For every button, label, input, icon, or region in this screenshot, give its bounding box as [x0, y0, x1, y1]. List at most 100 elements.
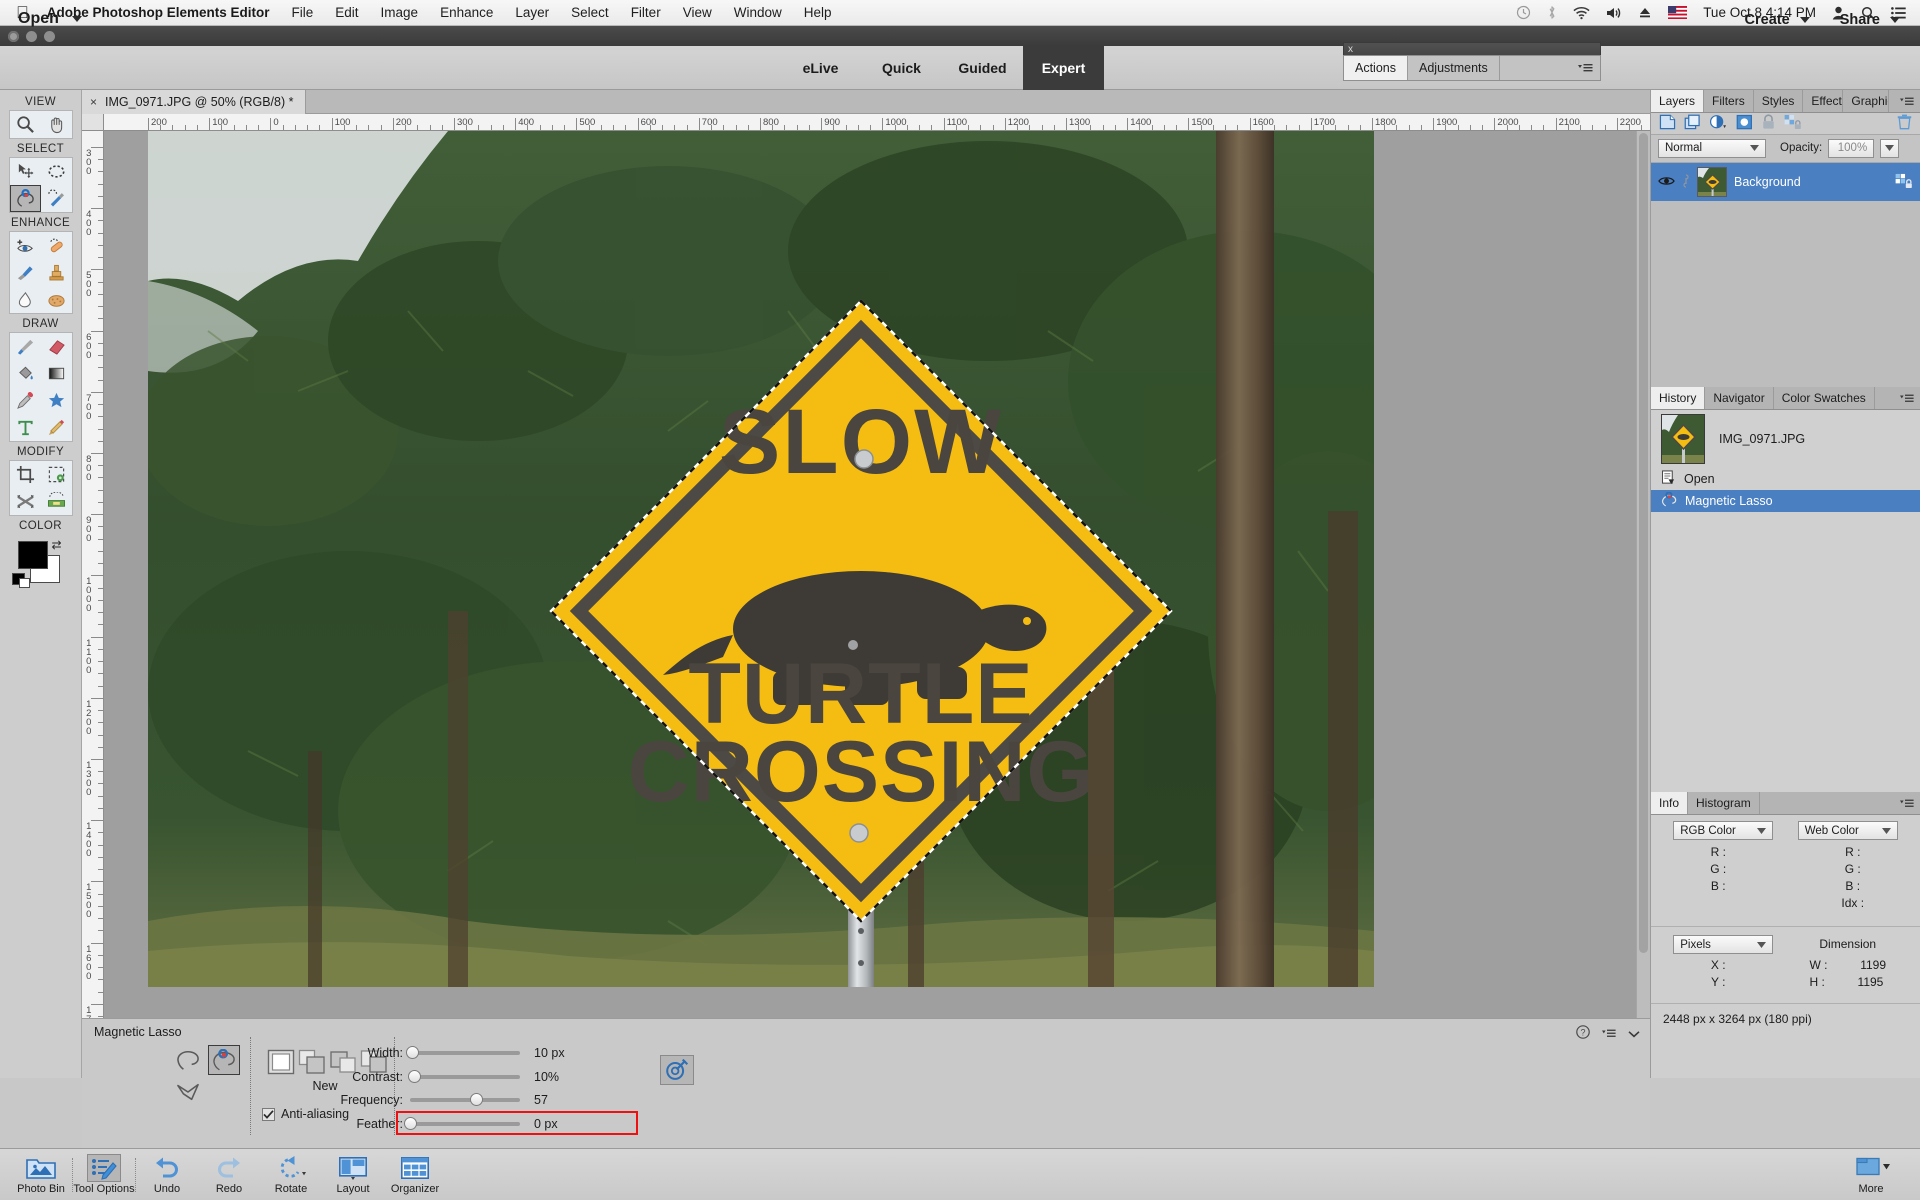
width-slider-knob[interactable] [406, 1046, 419, 1059]
document-image[interactable]: SLOW TURTLE CROSSING [138, 131, 1448, 987]
tab-effects[interactable]: Effects [1803, 90, 1844, 112]
tab-history[interactable]: History [1651, 387, 1706, 409]
contrast-slider-knob[interactable] [408, 1070, 421, 1083]
foreground-color-swatch[interactable] [17, 541, 48, 569]
swap-colors-icon[interactable]: ⇄ [52, 538, 62, 552]
info-right-mode-select[interactable]: Web Color [1797, 821, 1898, 840]
adjustment-layer-icon[interactable] [1709, 114, 1728, 133]
new-layer-icon[interactable] [1659, 114, 1676, 133]
custom-shape-tool[interactable] [41, 387, 72, 414]
new-selection-icon[interactable] [267, 1049, 295, 1078]
recompose-tool[interactable] [41, 461, 72, 488]
tab-histogram[interactable]: Histogram [1688, 792, 1760, 814]
menu-image[interactable]: Image [381, 5, 419, 20]
window-close-button[interactable] [8, 30, 19, 42]
redo-button[interactable]: Redo [198, 1150, 260, 1200]
photo-bin-button[interactable]: Photo Bin [10, 1150, 72, 1200]
layer-link-icon[interactable] [1682, 173, 1690, 192]
more-button[interactable]: More [1836, 1150, 1906, 1200]
tab-actions[interactable]: Actions [1344, 56, 1408, 80]
contrast-slider[interactable] [408, 1070, 520, 1083]
window-minimize-button[interactable] [26, 30, 37, 42]
tab-expert[interactable]: Expert [1023, 46, 1104, 90]
menu-help[interactable]: Help [804, 5, 832, 20]
duplicate-layer-icon[interactable] [1684, 114, 1701, 133]
delete-layer-icon[interactable] [1897, 114, 1912, 133]
lasso-tool[interactable] [9, 185, 41, 212]
tab-elive[interactable]: eLive [780, 46, 861, 90]
menu-filter[interactable]: Filter [631, 5, 661, 20]
history-state-open[interactable]: Open [1651, 468, 1920, 490]
us-flag-icon[interactable] [1668, 6, 1688, 19]
clone-stamp-tool[interactable] [41, 259, 72, 286]
tab-quick[interactable]: Quick [861, 46, 942, 90]
undo-button[interactable]: Undo [136, 1150, 198, 1200]
history-snapshot-row[interactable]: IMG_0971.JPG [1651, 410, 1920, 468]
red-eye-tool[interactable] [10, 232, 41, 259]
frequency-slider-knob[interactable] [470, 1093, 483, 1106]
tab-filters[interactable]: Filters [1704, 90, 1754, 112]
width-slider[interactable] [406, 1046, 520, 1059]
spot-healing-tool[interactable] [41, 232, 72, 259]
wifi-icon[interactable] [1573, 6, 1590, 20]
lock-icon[interactable] [1761, 114, 1776, 133]
panel-menu-icon[interactable] [1894, 387, 1920, 409]
tab-color-swatches[interactable]: Color Swatches [1774, 387, 1875, 409]
menu-view[interactable]: View [683, 5, 712, 20]
brush-tool[interactable] [10, 333, 41, 360]
info-left-mode-select[interactable]: RGB Color [1673, 821, 1774, 840]
canvas-viewport[interactable]: SLOW TURTLE CROSSING [104, 131, 1636, 1046]
link-layers-icon[interactable] [1784, 114, 1802, 133]
help-icon[interactable]: ? [1576, 1025, 1590, 1042]
anti-aliasing-checkbox[interactable] [262, 1107, 275, 1121]
opacity-stepper[interactable] [1880, 138, 1900, 158]
tab-styles[interactable]: Styles [1754, 90, 1804, 112]
move-tool[interactable] [10, 158, 41, 185]
time-machine-icon[interactable] [1516, 5, 1531, 20]
sponge-tool[interactable] [41, 286, 72, 313]
tab-guided[interactable]: Guided [942, 46, 1023, 90]
frequency-slider[interactable] [410, 1093, 520, 1106]
tab-graphics[interactable]: Graphics [1843, 90, 1890, 112]
content-aware-move-tool[interactable] [10, 488, 41, 515]
palette-title-bar[interactable]: x [1343, 42, 1601, 55]
close-icon[interactable]: × [90, 95, 97, 109]
layer-mask-icon[interactable] [1736, 114, 1753, 133]
menu-file[interactable]: File [292, 5, 314, 20]
add-to-selection-icon[interactable] [298, 1049, 326, 1078]
open-button[interactable]: Open [18, 10, 82, 28]
create-button[interactable]: Create [1745, 12, 1810, 28]
volume-icon[interactable] [1606, 6, 1622, 20]
tab-navigator[interactable]: Navigator [1705, 387, 1774, 409]
history-state-magnetic-lasso[interactable]: Magnetic Lasso [1651, 490, 1920, 512]
tab-layers[interactable]: Layers [1651, 90, 1705, 112]
layer-visibility-icon[interactable] [1658, 175, 1675, 190]
magnetic-lasso-tool-icon[interactable] [208, 1045, 240, 1075]
eyedropper-tool[interactable] [10, 387, 41, 414]
share-button[interactable]: Share [1840, 12, 1900, 28]
gradient-tool[interactable] [41, 360, 72, 387]
type-tool[interactable] [10, 414, 41, 441]
document-tab[interactable]: × IMG_0971.JPG @ 50% (RGB/8) * [82, 90, 307, 114]
vertical-scroll-thumb[interactable] [1639, 133, 1648, 953]
tab-adjustments[interactable]: Adjustments [1408, 56, 1500, 80]
layer-lock-icon[interactable] [1895, 173, 1913, 192]
paint-bucket-tool[interactable] [10, 360, 41, 387]
marquee-tool[interactable] [41, 158, 72, 185]
panel-menu-icon[interactable] [1894, 792, 1920, 814]
close-icon[interactable]: x [1348, 43, 1353, 56]
info-units-select[interactable]: Pixels [1673, 935, 1774, 954]
opacity-field[interactable]: 100% [1828, 138, 1875, 158]
refine-edge-icon[interactable] [660, 1055, 694, 1085]
quick-selection-tool[interactable] [41, 185, 72, 212]
menu-select[interactable]: Select [571, 5, 609, 20]
smart-brush-tool[interactable] [10, 259, 41, 286]
panel-menu-icon[interactable] [1602, 1026, 1616, 1041]
blur-tool[interactable] [10, 286, 41, 313]
rotate-button[interactable]: Rotate [260, 1150, 322, 1200]
menu-window[interactable]: Window [734, 5, 782, 20]
bluetooth-icon[interactable] [1547, 5, 1557, 20]
panel-menu-icon[interactable] [1578, 56, 1600, 80]
pencil-tool[interactable] [41, 414, 72, 441]
menu-enhance[interactable]: Enhance [440, 5, 493, 20]
